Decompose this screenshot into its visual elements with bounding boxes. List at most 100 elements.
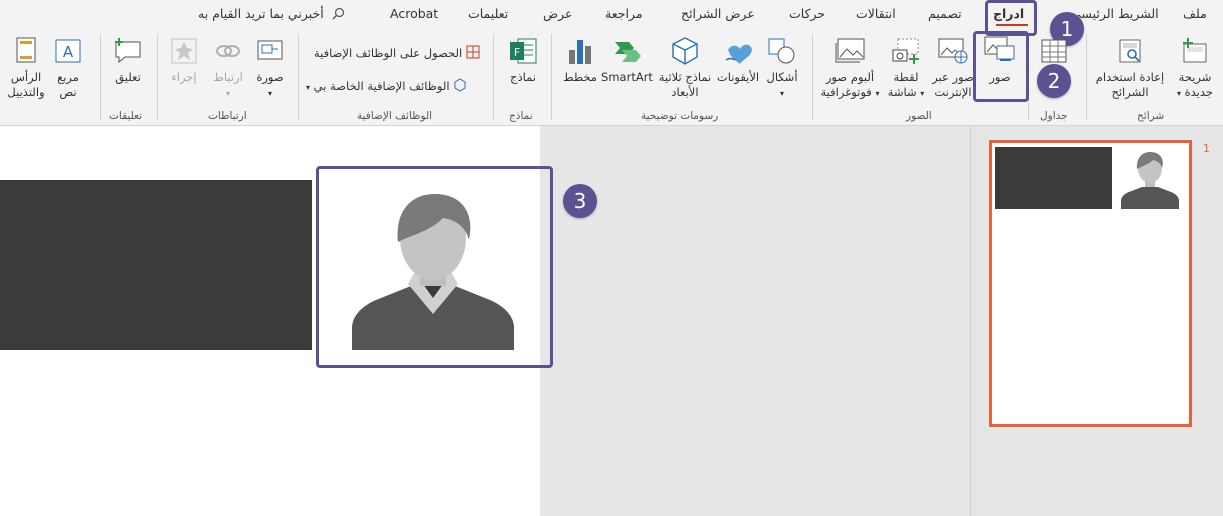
- my-addins-button[interactable]: الوظائف الإضافية الخاصة بي ▾: [306, 78, 467, 93]
- step-badge-3: 3: [563, 184, 597, 218]
- icons-icon: [725, 44, 752, 64]
- chart-label: مخطط: [563, 70, 597, 84]
- header-footer-label-2: والتذييل: [7, 85, 45, 99]
- search-icon: [332, 7, 344, 20]
- tab-acrobat[interactable]: Acrobat: [390, 6, 438, 21]
- addins-icon: [454, 78, 466, 92]
- icons-label: الأيقونات: [716, 70, 760, 84]
- tab-view[interactable]: عرض: [543, 6, 572, 21]
- tab-transitions[interactable]: انتقالات: [856, 6, 896, 21]
- link-button[interactable]: ارتباط ▾: [208, 34, 248, 104]
- action-button[interactable]: إجراء: [164, 34, 204, 104]
- chart-button[interactable]: مخطط: [560, 34, 600, 104]
- tell-me-search[interactable]: أخبرني بما تريد القيام به: [198, 6, 345, 21]
- group-separator: [100, 34, 101, 120]
- comment-icon: [115, 38, 141, 64]
- group-label-tables: جداول: [1040, 110, 1068, 122]
- group-separator: [298, 34, 299, 120]
- reuse-slides-label-2: الشرائح: [1111, 85, 1149, 99]
- reuse-slides-button[interactable]: إعادة استخدام الشرائح: [1090, 34, 1170, 104]
- picture-link-button[interactable]: صورة ▾: [250, 34, 290, 104]
- new-slide-label-1: شريحة: [1178, 70, 1212, 84]
- screenshot-label-2: شاشة: [887, 85, 917, 99]
- reuse-slides-icon: [1119, 39, 1141, 63]
- thumbnail-person-icon: [1121, 152, 1179, 209]
- group-label-slides: شرائح: [1137, 110, 1165, 122]
- screenshot-label-1: لقطة: [893, 70, 919, 84]
- online-pictures-button[interactable]: صور عبر الإنترنت: [930, 34, 976, 104]
- slide-thumbnail-1[interactable]: [989, 140, 1192, 427]
- photo-album-label-2: فوتوغرافية: [820, 85, 872, 99]
- group-separator: [551, 34, 552, 120]
- textbox-label-1: مربع: [57, 70, 79, 84]
- group-label-comments: تعليقات: [109, 110, 143, 122]
- group-separator: [812, 34, 813, 120]
- tell-me-text: أخبرني بما تريد القيام به: [198, 6, 324, 21]
- shapes-label: أشكال: [766, 70, 798, 84]
- 3d-models-label-1: نماذج ثلاثية: [658, 70, 712, 84]
- textbox-icon: A: [55, 39, 81, 63]
- smartart-icon: [615, 42, 641, 62]
- comment-button[interactable]: تعليق: [108, 34, 148, 104]
- picture-link-label: صورة: [256, 70, 284, 84]
- photo-album-button[interactable]: ألبوم صور ▾ فوتوغرافية: [818, 34, 882, 104]
- picture-highlight: [316, 166, 553, 368]
- group-label-images: الصور: [906, 110, 932, 122]
- screenshot-button[interactable]: لقطة ▾ شاشة: [884, 34, 928, 104]
- bar-chart-icon: [569, 40, 591, 64]
- new-slide-icon: [1183, 38, 1207, 63]
- star-action-icon: [171, 38, 197, 64]
- group-label-forms: نماذج: [509, 110, 533, 122]
- group-separator: [493, 34, 494, 120]
- tab-review[interactable]: مراجعة: [605, 6, 643, 21]
- picture-link-icon: [257, 40, 283, 60]
- store-icon: [466, 45, 480, 59]
- online-pictures-icon: [938, 38, 968, 64]
- screenshot-icon: [892, 38, 919, 64]
- ribbon: ملف الشريط الرئيسي ادراج تصميم انتقالات …: [0, 0, 1223, 126]
- group-separator: [157, 34, 158, 120]
- textbox-label-2: نص: [59, 85, 77, 99]
- pictures-button-highlight: [973, 31, 1029, 102]
- forms-button[interactable]: F نماذج: [503, 34, 543, 104]
- link-icon: [216, 45, 240, 57]
- dark-banner-shape[interactable]: [0, 180, 312, 350]
- my-addins-label: الوظائف الإضافية الخاصة بي: [313, 79, 450, 93]
- get-addins-button[interactable]: الحصول على الوظائف الإضافية: [314, 45, 480, 60]
- photo-album-label-1: ألبوم صور: [825, 70, 875, 84]
- slide-number: 1: [1203, 142, 1210, 155]
- header-footer-label-1: الرأس: [10, 70, 42, 84]
- tab-animations[interactable]: حركات: [789, 6, 825, 21]
- link-label: ارتباط: [213, 70, 243, 84]
- tab-help[interactable]: تعليمات: [468, 6, 508, 21]
- forms-icon: F: [510, 38, 537, 64]
- group-label-addins: الوظائف الإضافية: [357, 110, 433, 122]
- tab-design[interactable]: تصميم: [928, 6, 962, 21]
- 3d-models-button[interactable]: نماذج ثلاثية الأبعاد: [654, 34, 716, 104]
- tab-home[interactable]: الشريط الرئيسي: [1071, 6, 1159, 21]
- step-badge-2: 2: [1037, 64, 1071, 98]
- new-slide-button[interactable]: شريحة جديدة ▾: [1171, 34, 1219, 104]
- smartart-button[interactable]: SmartArt: [601, 34, 653, 104]
- cube-3d-icon: [672, 37, 698, 65]
- comment-label: تعليق: [115, 70, 141, 84]
- shapes-icon: [768, 38, 795, 64]
- icons-button[interactable]: الأيقونات: [716, 34, 760, 104]
- group-label-illustrations: رسومات توضيحية: [641, 110, 719, 122]
- header-footer-icon: [16, 37, 36, 63]
- group-label-links: ارتباطات: [208, 110, 247, 122]
- textbox-button[interactable]: A مربع نص: [50, 34, 86, 104]
- forms-label: نماذج: [510, 70, 536, 84]
- svg-text:F: F: [514, 46, 520, 59]
- tab-file[interactable]: ملف: [1183, 6, 1207, 21]
- online-pictures-label-1: صور عبر: [932, 70, 974, 84]
- table-icon: [1041, 39, 1067, 63]
- 3d-models-label-2: الأبعاد: [671, 85, 699, 99]
- online-pictures-label-2: الإنترنت: [934, 85, 972, 99]
- new-slide-label-2: جديدة: [1184, 85, 1214, 99]
- photo-album-icon: [835, 38, 865, 63]
- header-footer-button[interactable]: الرأس والتذييل: [4, 34, 48, 104]
- smartart-label: SmartArt: [601, 70, 653, 84]
- shapes-button[interactable]: أشكال ▾: [762, 34, 802, 104]
- tab-slideshow[interactable]: عرض الشرائح: [681, 6, 755, 21]
